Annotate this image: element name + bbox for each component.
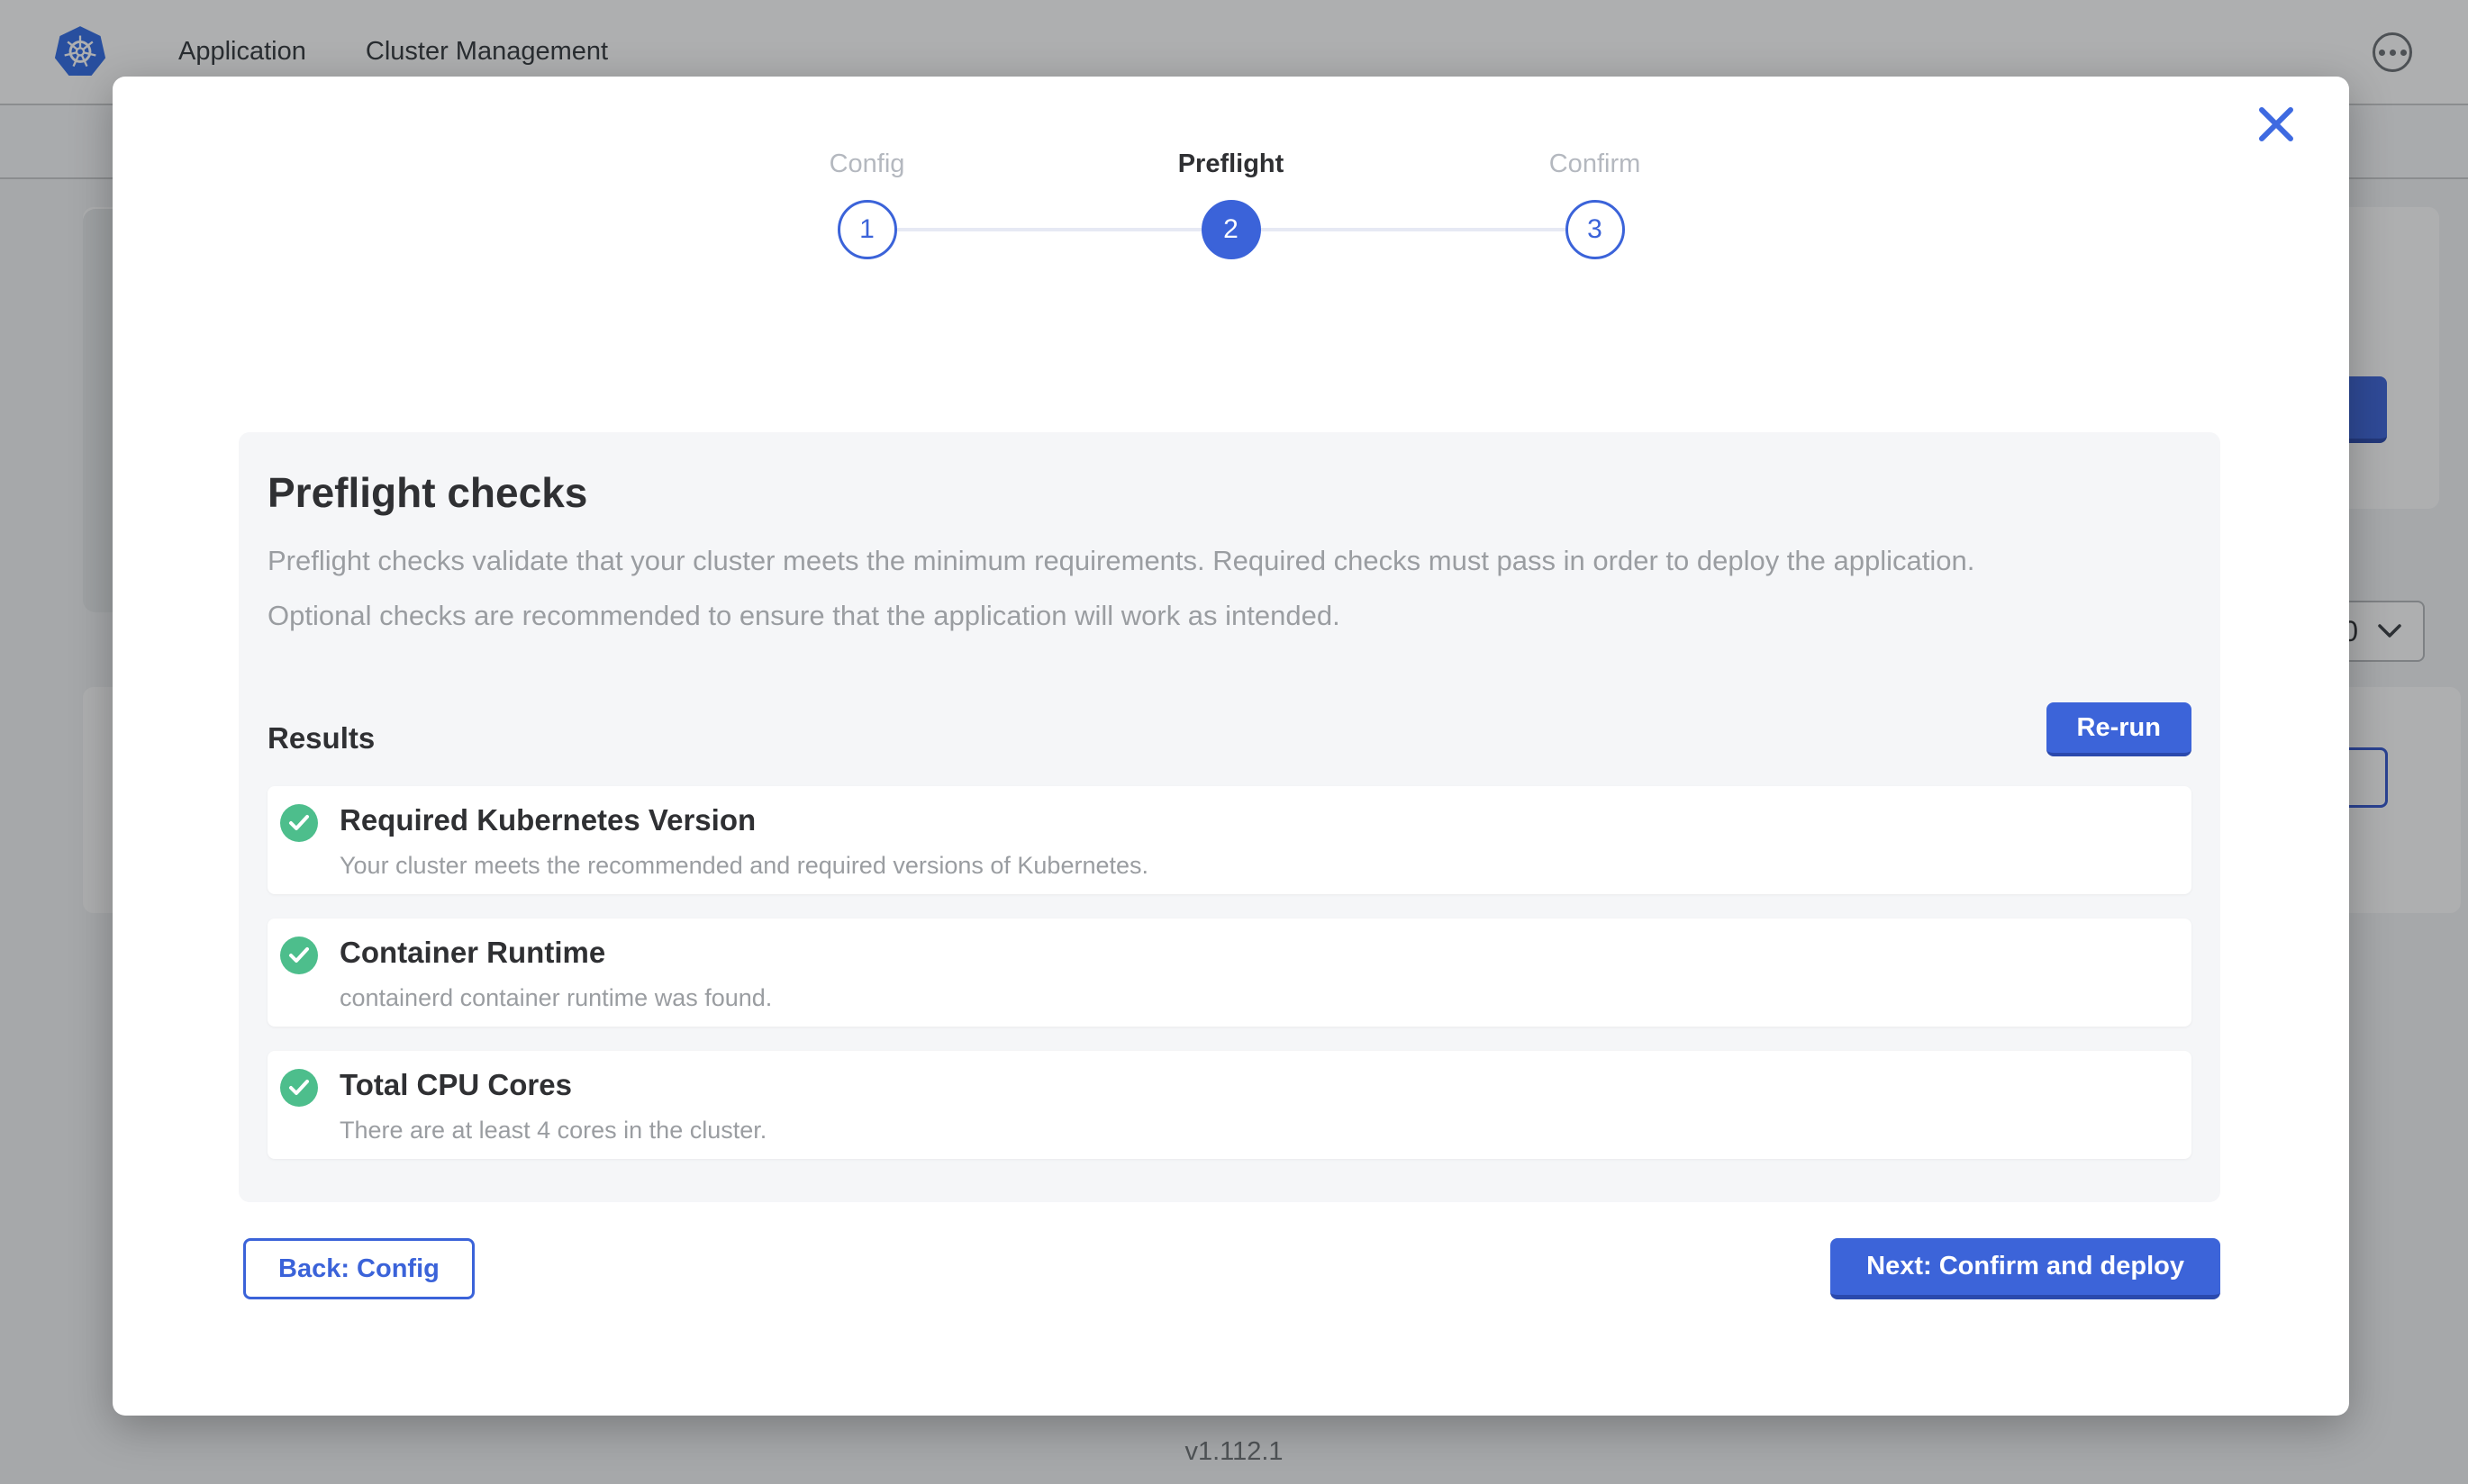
check-pass-icon [280, 1069, 318, 1107]
rerun-button[interactable]: Re-run [2046, 702, 2191, 756]
check-title: Required Kubernetes Version [340, 802, 1148, 838]
wizard-stepper: Config 1 Preflight 2 Confirm 3 [113, 200, 2349, 259]
check-list: Required Kubernetes Version Your cluster… [268, 786, 2191, 1159]
next-button[interactable]: Next: Confirm and deploy [1830, 1238, 2220, 1299]
panel-description: Preflight checks validate that your clus… [268, 533, 2051, 643]
check-detail: Your cluster meets the recommended and r… [340, 851, 1148, 880]
step-circle[interactable]: 1 [838, 200, 897, 259]
step-circle[interactable]: 3 [1565, 200, 1625, 259]
check-detail: There are at least 4 cores in the cluste… [340, 1116, 767, 1145]
step-confirm: Confirm 3 [1565, 200, 1625, 259]
step-config: Config 1 [838, 200, 897, 259]
step-label: Preflight [1178, 149, 1284, 179]
check-pass-icon [280, 937, 318, 974]
results-bar: Results Re-run [268, 720, 2191, 756]
close-icon[interactable] [2255, 104, 2297, 145]
check-row-total-cpu-cores: Total CPU Cores There are at least 4 cor… [268, 1051, 2191, 1159]
preflight-panel: Preflight checks Preflight checks valida… [239, 432, 2220, 1202]
panel-title: Preflight checks [268, 468, 2191, 517]
results-heading: Results [268, 720, 2191, 756]
check-title: Container Runtime [340, 935, 772, 971]
step-connector [1261, 228, 1565, 231]
back-button[interactable]: Back: Config [243, 1238, 475, 1299]
step-connector [897, 228, 1202, 231]
check-title: Total CPU Cores [340, 1067, 767, 1103]
step-circle[interactable]: 2 [1202, 200, 1261, 259]
check-pass-icon [280, 804, 318, 842]
step-label: Confirm [1549, 149, 1641, 179]
check-row-kubernetes-version: Required Kubernetes Version Your cluster… [268, 786, 2191, 894]
preflight-modal: Config 1 Preflight 2 Confirm 3 Preflight… [113, 77, 2349, 1416]
step-preflight: Preflight 2 [1202, 200, 1261, 259]
check-detail: containerd container runtime was found. [340, 983, 772, 1012]
check-row-container-runtime: Container Runtime containerd container r… [268, 918, 2191, 1027]
step-label: Config [830, 149, 905, 179]
